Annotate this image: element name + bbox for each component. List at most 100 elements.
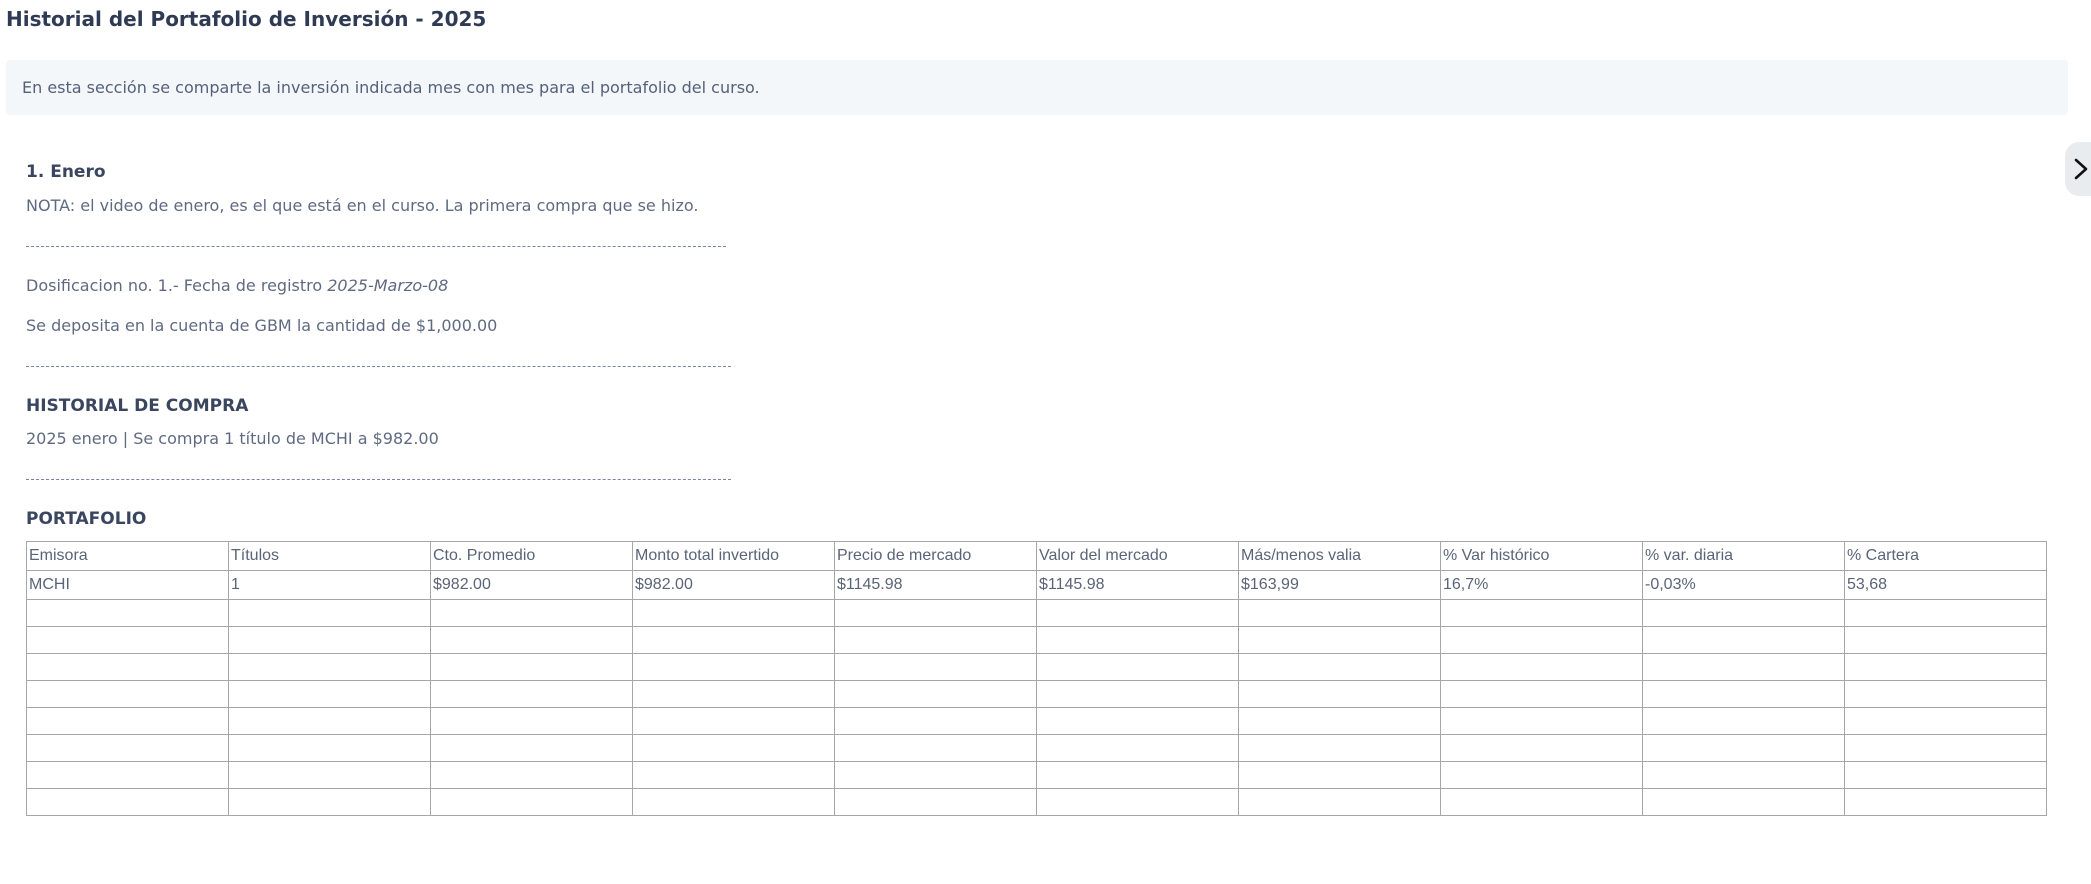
side-panel-toggle[interactable] <box>2065 142 2091 196</box>
table-cell <box>430 653 633 681</box>
header-emisora: Emisora <box>26 541 229 571</box>
table-cell <box>430 707 633 735</box>
table-cell <box>1642 599 1845 627</box>
table-cell <box>430 761 633 789</box>
table-cell <box>834 680 1037 708</box>
table-cell <box>834 734 1037 762</box>
table-cell <box>1642 680 1845 708</box>
table-cell <box>834 653 1037 681</box>
header-var-diaria: % var. diaria <box>1642 541 1845 571</box>
table-cell <box>632 734 835 762</box>
table-cell <box>1440 599 1643 627</box>
section-note: NOTA: el video de enero, es el que está … <box>26 196 699 215</box>
table-cell <box>430 626 633 654</box>
table-cell <box>1036 707 1239 735</box>
table-cell: MCHI <box>26 570 229 600</box>
table-row <box>26 734 2047 762</box>
table-cell: -0,03% <box>1642 570 1845 600</box>
table-cell <box>632 599 835 627</box>
table-cell <box>1642 761 1845 789</box>
table-cell <box>1036 788 1239 816</box>
table-cell <box>1238 761 1441 789</box>
table-cell <box>228 680 431 708</box>
table-cell <box>834 707 1037 735</box>
table-cell <box>1238 680 1441 708</box>
table-cell <box>632 761 835 789</box>
table-cell <box>228 653 431 681</box>
table-cell <box>26 761 229 789</box>
table-cell: $982.00 <box>632 570 835 600</box>
table-cell <box>834 626 1037 654</box>
header-var-historico: % Var histórico <box>1440 541 1643 571</box>
table-cell <box>1238 626 1441 654</box>
table-cell <box>1844 653 2047 681</box>
table-cell <box>26 626 229 654</box>
table-cell: $1145.98 <box>1036 570 1239 600</box>
separator-3 <box>26 479 731 480</box>
table-cell <box>1844 788 2047 816</box>
table-cell <box>1238 788 1441 816</box>
table-cell <box>1036 734 1239 762</box>
table-cell <box>632 680 835 708</box>
table-cell <box>228 788 431 816</box>
page-title: Historial del Portafolio de Inversión - … <box>6 7 487 31</box>
table-cell <box>834 761 1037 789</box>
table-row <box>26 761 2047 789</box>
table-row <box>26 653 2047 681</box>
table-row: MCHI 1 $982.00 $982.00 $1145.98 $1145.98… <box>26 570 2047 600</box>
separator-1 <box>26 246 726 247</box>
header-cto-promedio: Cto. Promedio <box>430 541 633 571</box>
header-mas-menos-valia: Más/menos valia <box>1238 541 1441 571</box>
table-cell <box>1844 707 2047 735</box>
portfolio-heading: PORTAFOLIO <box>26 509 147 529</box>
table-cell <box>228 734 431 762</box>
table-cell <box>834 599 1037 627</box>
table-row <box>26 680 2047 708</box>
table-cell <box>1642 626 1845 654</box>
table-cell <box>26 707 229 735</box>
table-cell: $163,99 <box>1238 570 1441 600</box>
table-cell <box>1036 599 1239 627</box>
dosificacion-line: Dosificacion no. 1.- Fecha de registro 2… <box>26 276 448 295</box>
table-cell <box>1642 707 1845 735</box>
table-cell <box>26 680 229 708</box>
table-row <box>26 788 2047 816</box>
table-cell <box>834 788 1037 816</box>
dosificacion-label: Dosificacion no. 1.- Fecha de registro <box>26 276 328 295</box>
chevron-right-icon <box>2074 158 2088 180</box>
table-cell <box>1440 626 1643 654</box>
table-cell <box>1238 734 1441 762</box>
table-cell <box>1238 653 1441 681</box>
table-cell <box>1036 626 1239 654</box>
table-cell: 1 <box>228 570 431 600</box>
intro-banner: En esta sección se comparte la inversión… <box>6 60 2068 115</box>
table-cell <box>1844 761 2047 789</box>
header-monto-total: Monto total invertido <box>632 541 835 571</box>
table-cell <box>430 680 633 708</box>
table-row <box>26 599 2047 627</box>
header-titulos: Títulos <box>228 541 431 571</box>
header-cartera: % Cartera <box>1844 541 2047 571</box>
table-cell: $1145.98 <box>834 570 1037 600</box>
table-cell <box>1440 761 1643 789</box>
table-cell: 16,7% <box>1440 570 1643 600</box>
table-cell <box>632 626 835 654</box>
table-cell <box>1238 707 1441 735</box>
table-cell <box>1440 653 1643 681</box>
table-cell <box>430 599 633 627</box>
table-cell <box>632 653 835 681</box>
table-cell <box>228 599 431 627</box>
table-cell <box>1036 761 1239 789</box>
history-entry: 2025 enero | Se compra 1 título de MCHI … <box>26 429 439 448</box>
portfolio-table: Emisora Títulos Cto. Promedio Monto tota… <box>26 541 2047 816</box>
table-cell <box>228 761 431 789</box>
table-cell <box>228 626 431 654</box>
table-cell <box>1238 599 1441 627</box>
table-cell <box>1844 626 2047 654</box>
deposit-line: Se deposita en la cuenta de GBM la canti… <box>26 316 498 335</box>
header-valor-mercado: Valor del mercado <box>1036 541 1239 571</box>
table-cell <box>1642 788 1845 816</box>
table-cell: $982.00 <box>430 570 633 600</box>
table-header-row: Emisora Títulos Cto. Promedio Monto tota… <box>26 541 2047 571</box>
dosificacion-date: 2025-Marzo-08 <box>327 276 449 295</box>
